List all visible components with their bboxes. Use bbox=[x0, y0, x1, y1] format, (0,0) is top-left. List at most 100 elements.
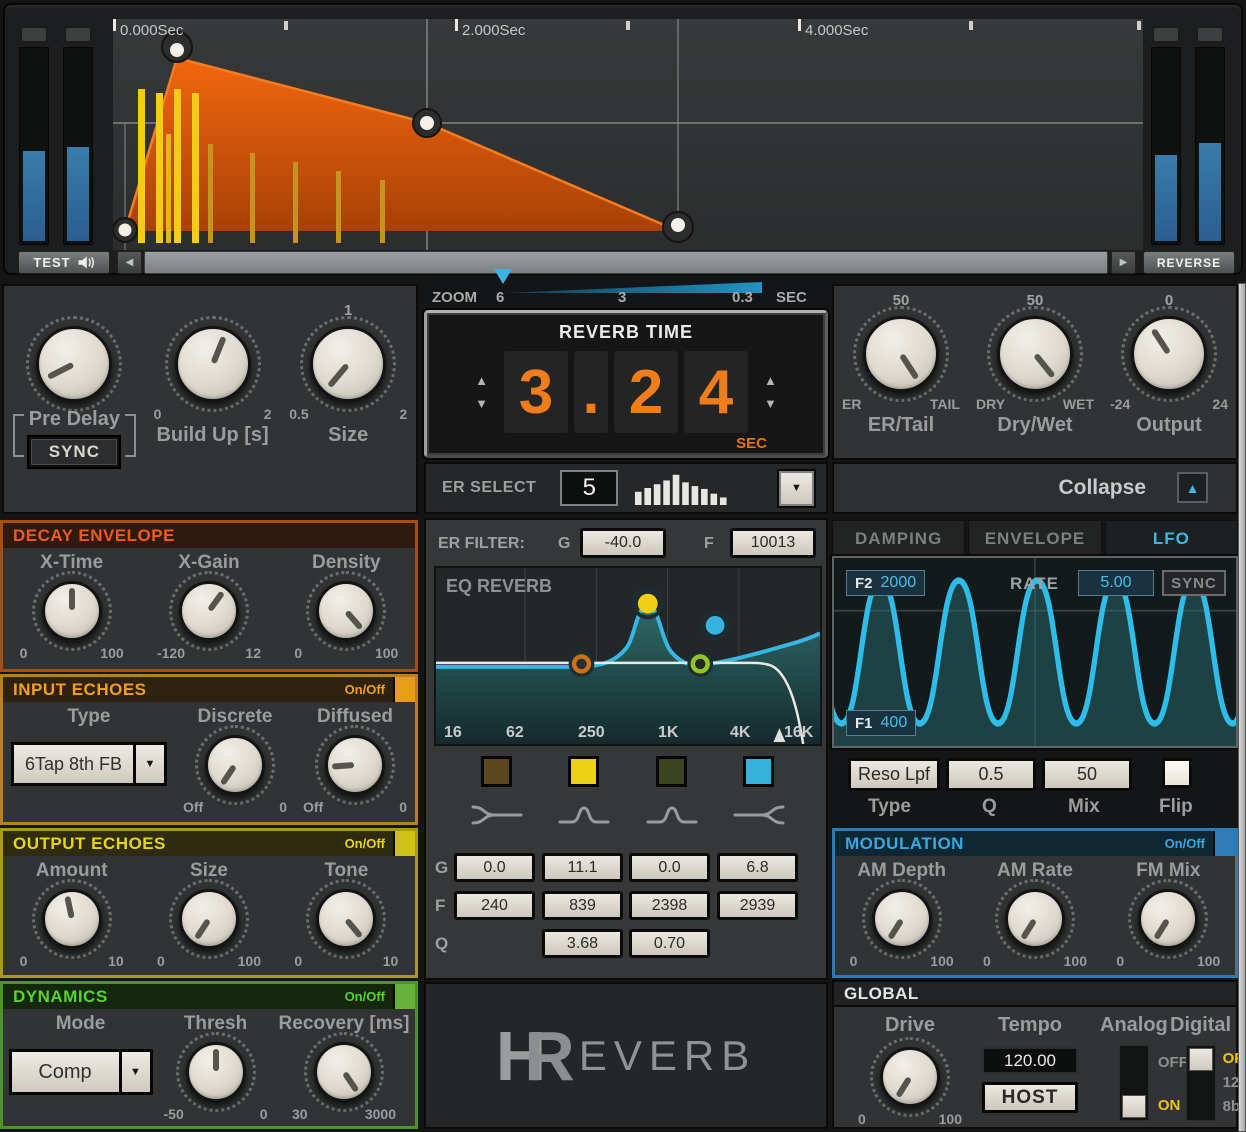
scroll-left-button[interactable]: ◀ bbox=[117, 251, 142, 274]
lfo-filter-type-dropdown[interactable]: Reso Lpf bbox=[848, 758, 940, 791]
diffused-knob[interactable] bbox=[325, 735, 385, 795]
test-button[interactable]: TEST bbox=[18, 251, 110, 274]
eq-reverb-display[interactable]: EQ REVERB 16 62 250 1K 4K 16K bbox=[434, 566, 822, 746]
recovery-knob[interactable] bbox=[314, 1042, 374, 1102]
fm-mix-knob[interactable] bbox=[1138, 889, 1199, 949]
eq-band2-freq-value[interactable]: 839 bbox=[542, 891, 623, 920]
modulation-section: MODULATION On/Off AM Depth 0 100 AM Rate … bbox=[832, 828, 1238, 978]
eq-band3-gain-value[interactable]: 0.0 bbox=[629, 853, 710, 882]
lfo-flip-button[interactable] bbox=[1162, 758, 1192, 788]
lfo-f1-field[interactable]: F1 400 bbox=[846, 710, 917, 736]
eq-node-band4[interactable] bbox=[700, 610, 730, 641]
input-type-dropdown[interactable]: 6Tap 8th FB bbox=[11, 742, 133, 786]
digital-switch[interactable]: OFF 12bit 8bit bbox=[1185, 1045, 1246, 1121]
tab-damping[interactable]: DAMPING bbox=[832, 520, 966, 556]
er-select-value[interactable]: 5 bbox=[560, 470, 619, 506]
size-knob[interactable] bbox=[310, 326, 387, 402]
mode-dropdown-button[interactable]: ▼ bbox=[118, 1049, 153, 1095]
er-select-dropdown-button[interactable]: ▼ bbox=[777, 468, 816, 508]
output-size-knob[interactable] bbox=[178, 889, 239, 949]
eq-band3-select-button[interactable] bbox=[656, 756, 687, 787]
tempo-value-display[interactable]: 120.00 bbox=[982, 1047, 1078, 1074]
envelope-handle-end[interactable] bbox=[662, 211, 694, 243]
eq-band1-freq-value[interactable]: 240 bbox=[454, 891, 535, 920]
window-scrollbar[interactable] bbox=[1238, 283, 1246, 1132]
eq-band1-gain-value[interactable]: 0.0 bbox=[454, 853, 535, 882]
reverse-button[interactable]: REVERSE bbox=[1143, 251, 1235, 274]
pre-delay-knob[interactable] bbox=[36, 326, 113, 402]
reverb-time-title: REVERB TIME bbox=[558, 322, 693, 342]
x-time-knob[interactable] bbox=[41, 581, 102, 641]
tab-lfo[interactable]: LFO bbox=[1104, 520, 1238, 556]
collapse-row: Collapse ▲ bbox=[832, 462, 1238, 514]
input-type-dropdown-button[interactable]: ▼ bbox=[133, 742, 167, 786]
eq-node-band3[interactable] bbox=[687, 651, 714, 677]
envelope-handle-start[interactable] bbox=[113, 217, 138, 243]
eq-node-band2[interactable] bbox=[631, 587, 664, 620]
mode-dropdown[interactable]: Comp bbox=[8, 1049, 119, 1095]
modulation-toggle[interactable] bbox=[1213, 831, 1235, 856]
tab-envelope[interactable]: ENVELOPE bbox=[968, 520, 1102, 556]
build-up-knob[interactable] bbox=[174, 326, 251, 402]
amount-knob[interactable] bbox=[41, 889, 102, 949]
knob-max-label: 100 bbox=[938, 1111, 962, 1127]
discrete-knob[interactable] bbox=[205, 735, 265, 795]
lfo-filter-mix-value[interactable]: 50 bbox=[1042, 758, 1132, 791]
drive-knob[interactable] bbox=[880, 1047, 940, 1107]
input-echoes-title: INPUT ECHOES bbox=[13, 679, 147, 699]
er-filter-gain-value[interactable]: -40.0 bbox=[580, 528, 666, 558]
zoom-marker[interactable] bbox=[494, 269, 512, 284]
timeline-scrollbar[interactable] bbox=[144, 251, 1108, 274]
er-tail-knob[interactable] bbox=[863, 316, 939, 392]
eq-band2-q-value[interactable]: 3.68 bbox=[542, 929, 623, 958]
modulation-title: MODULATION bbox=[845, 833, 964, 853]
eq-band3-freq-value[interactable]: 2398 bbox=[629, 891, 710, 920]
meter-fill bbox=[67, 146, 89, 241]
tone-knob[interactable] bbox=[316, 889, 377, 949]
eq-freq-label: 16K bbox=[784, 724, 814, 741]
knob-max-label: 100 bbox=[374, 645, 399, 661]
lfo-sync-button[interactable]: SYNC bbox=[1162, 570, 1226, 596]
eq-band4-freq-value[interactable]: 2939 bbox=[717, 891, 798, 920]
output-echoes-section: OUTPUT ECHOES On/Off Amount 0 10 Size 0 10… bbox=[0, 828, 418, 978]
dry-wet-knob[interactable] bbox=[997, 316, 1073, 392]
eq-band4-gain-value[interactable]: 6.8 bbox=[717, 853, 798, 882]
eq-band1-select-button[interactable] bbox=[481, 756, 512, 787]
am-rate-knob[interactable] bbox=[1004, 889, 1065, 949]
am-depth-knob[interactable] bbox=[871, 889, 932, 949]
scroll-right-button[interactable]: ▶ bbox=[1111, 251, 1136, 274]
analog-switch-handle[interactable] bbox=[1121, 1095, 1146, 1118]
eq-band4-select-button[interactable] bbox=[743, 756, 774, 787]
zoom-slider[interactable] bbox=[504, 282, 762, 293]
envelope-handle-mid[interactable] bbox=[412, 108, 442, 138]
host-button[interactable]: HOST bbox=[982, 1082, 1078, 1113]
eq-band3-q-value[interactable]: 0.70 bbox=[629, 929, 710, 958]
eq-band2-gain-value[interactable]: 11.1 bbox=[542, 853, 623, 882]
er-filter-freq-value[interactable]: 10013 bbox=[730, 528, 816, 558]
analog-switch[interactable]: OFF ON bbox=[1118, 1045, 1188, 1121]
lfo-filter-q-value[interactable]: 0.5 bbox=[946, 758, 1036, 791]
reverb-time-spinner-left[interactable]: ▲ ▼ bbox=[475, 373, 488, 411]
dynamics-toggle[interactable] bbox=[393, 984, 415, 1009]
input-echoes-toggle[interactable] bbox=[393, 677, 415, 702]
mode-label: Mode bbox=[55, 1013, 106, 1034]
output-knob[interactable] bbox=[1131, 316, 1207, 392]
decay-envelope-graph[interactable]: 0.000Sec 2.000Sec 4.000Sec bbox=[113, 19, 1143, 250]
zoom-tick-6: 6 bbox=[496, 289, 505, 306]
collapse-button[interactable]: ▲ bbox=[1177, 472, 1208, 503]
density-knob[interactable] bbox=[316, 581, 377, 641]
output-echoes-toggle[interactable] bbox=[393, 831, 415, 856]
thresh-knob[interactable] bbox=[185, 1042, 246, 1102]
pre-delay-sync-button[interactable]: SYNC bbox=[27, 435, 122, 469]
eq-node-band1[interactable] bbox=[568, 651, 595, 677]
meter-cap bbox=[65, 27, 91, 42]
x-gain-knob[interactable] bbox=[178, 581, 239, 641]
eq-band2-select-button[interactable] bbox=[568, 756, 599, 787]
lfo-rate-field[interactable]: 5.00 bbox=[1078, 570, 1154, 596]
knob-min-label: 30 bbox=[292, 1106, 308, 1122]
lfo-filter-row: Reso Lpf 0.5 50 Type Q Mix Flip bbox=[832, 752, 1238, 827]
reverb-time-spinner-right[interactable]: ▲ ▼ bbox=[764, 373, 777, 411]
knob-min-label: 0 bbox=[294, 645, 303, 661]
lfo-f2-field[interactable]: F2 2000 bbox=[846, 570, 926, 596]
digital-switch-handle[interactable] bbox=[1188, 1048, 1213, 1071]
